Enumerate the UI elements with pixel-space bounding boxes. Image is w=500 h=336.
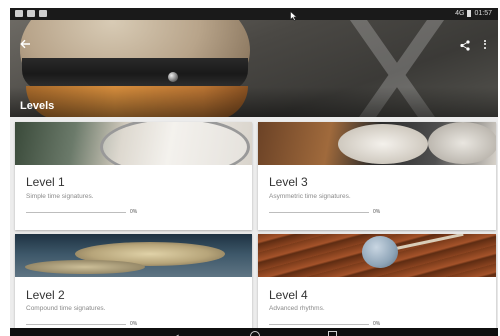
level-title: Level 3: [269, 175, 308, 189]
level-progress-bar: [269, 324, 369, 325]
battery-icon: [467, 10, 472, 17]
nav-back-triangle-icon[interactable]: [170, 331, 180, 336]
navigation-bar: [10, 328, 498, 336]
drum-knob-image: [168, 72, 178, 82]
level-progress-label: 0%: [130, 209, 138, 215]
level-title: Level 2: [26, 288, 65, 302]
header-banner: Levels: [10, 20, 498, 117]
share-icon[interactable]: [460, 38, 472, 51]
level-card-4[interactable]: Level 4 Advanced rhythms. 0%: [258, 234, 496, 328]
level-progress-bar: [26, 212, 126, 213]
level-4-image: [258, 234, 496, 277]
nav-home-circle-icon[interactable]: [250, 331, 260, 336]
level-progress-label: 0%: [373, 321, 381, 327]
mouse-cursor-icon: [290, 8, 298, 21]
status-indicators: 4G 01:57: [455, 10, 492, 17]
level-card-2[interactable]: Level 2 Compound time signatures. 0%: [15, 234, 252, 328]
level-3-image: [258, 122, 496, 165]
level-progress-bar: [269, 212, 369, 213]
level-title: Level 4: [269, 288, 308, 302]
status-bar: 4G 01:57: [10, 8, 498, 20]
app-screen: 4G 01:57 Levels Level 1 Simple time sign…: [10, 8, 498, 336]
notification-icon: [39, 10, 47, 17]
arrow-back-icon[interactable]: [19, 38, 35, 52]
level-description: Asymmetric time signatures.: [269, 193, 351, 200]
status-time: 01:57: [474, 10, 492, 17]
level-2-image: [15, 234, 252, 277]
level-card-1[interactable]: Level 1 Simple time signatures. 0%: [15, 122, 252, 230]
header-shade: [10, 87, 498, 117]
level-progress-label: 0%: [130, 321, 138, 327]
notification-icon: [15, 10, 23, 17]
level-card-3[interactable]: Level 3 Asymmetric time signatures. 0%: [258, 122, 496, 230]
level-progress-label: 0%: [373, 209, 381, 215]
level-progress-bar: [26, 324, 126, 325]
level-1-image: [15, 122, 252, 165]
level-description: Simple time signatures.: [26, 193, 94, 200]
level-description: Compound time signatures.: [26, 305, 106, 312]
level-title: Level 1: [26, 175, 65, 189]
notification-icon: [27, 10, 35, 17]
level-description: Advanced rhythms.: [269, 305, 325, 312]
page-title: Levels: [20, 100, 55, 112]
notification-icons: [15, 10, 47, 17]
nav-recent-square-icon[interactable]: [328, 331, 337, 336]
signal-text: 4G: [455, 10, 465, 17]
more-vert-icon[interactable]: [482, 38, 488, 50]
